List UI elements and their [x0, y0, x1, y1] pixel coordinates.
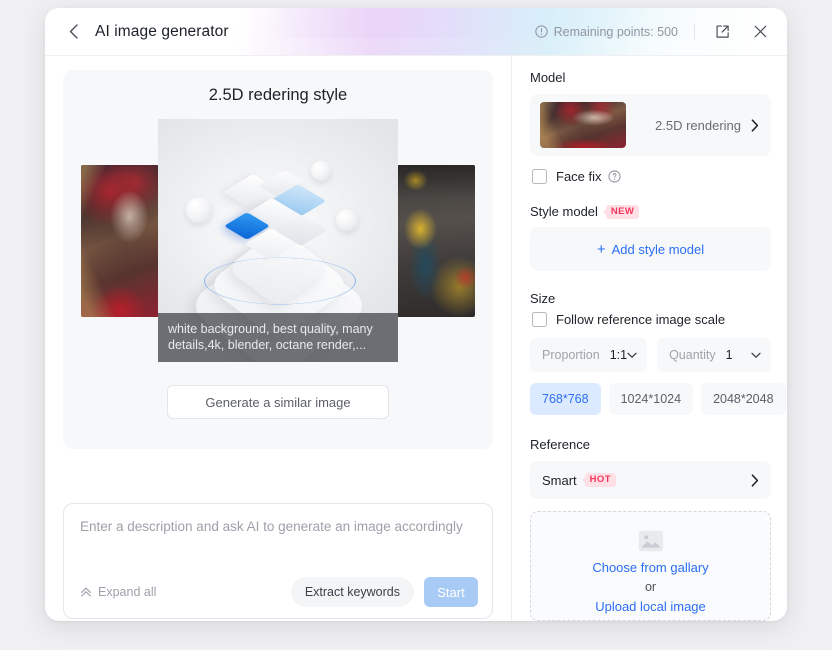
settings-pane: Model 2.5D rendering Face fix Style mode… [512, 56, 787, 621]
chevron-down-icon [627, 352, 637, 359]
choose-from-gallery-link[interactable]: Choose from gallary [531, 558, 770, 578]
reference-section-label: Reference [530, 437, 590, 452]
model-thumbnail [540, 102, 626, 148]
start-button[interactable]: Start [424, 577, 478, 607]
model-thumbnail-image [540, 102, 626, 148]
chevron-right-icon [751, 473, 759, 487]
face-fix-checkbox[interactable] [532, 169, 547, 184]
generate-similar-button[interactable]: Generate a similar image [167, 385, 389, 419]
upload-local-image-link[interactable]: Upload local image [531, 597, 770, 617]
follow-scale-checkbox-row[interactable]: Follow reference image scale [532, 312, 771, 327]
reference-dropzone[interactable]: Choose from gallary or Upload local imag… [530, 511, 771, 621]
page-title: AI image generator [95, 22, 229, 40]
face-fix-checkbox-row[interactable]: Face fix [532, 169, 771, 184]
follow-scale-label: Follow reference image scale [556, 312, 726, 327]
open-in-new-button[interactable] [711, 21, 733, 43]
preview-card: 2.5D redering style white background, be… [63, 70, 493, 449]
modal-body: 2.5D redering style white background, be… [45, 56, 787, 621]
expand-all-button[interactable]: Expand all [80, 585, 156, 599]
decor-sphere [311, 161, 331, 181]
header-actions: Remaining points: 500 [534, 21, 771, 43]
smart-label: Smart [542, 472, 577, 488]
prompt-input[interactable] [80, 519, 476, 534]
header-divider [694, 23, 695, 40]
fantasy-portrait-image [81, 165, 159, 317]
preview-caption: white background, best quality, many det… [158, 313, 398, 362]
chevron-down-icon [751, 352, 761, 359]
close-icon [754, 25, 766, 38]
size-preset-2048[interactable]: 2048*2048 [701, 383, 786, 415]
add-style-model-label: Add style model [611, 241, 705, 257]
expand-all-label: Expand all [98, 585, 157, 599]
style-model-label-text: Style model [530, 204, 598, 219]
decor-sphere [186, 197, 212, 223]
chevron-left-icon [69, 24, 78, 39]
size-selects-row: Proportion 1:1 Quantity 1 [530, 338, 771, 372]
model-name: 2.5D rendering [655, 117, 741, 133]
modal-header: AI image generator Remaining points: 500 [45, 8, 787, 56]
prompt-box: Expand all Extract keywords Start [63, 503, 493, 619]
remaining-points: Remaining points: 500 [534, 24, 678, 39]
quantity-label: Quantity [669, 348, 716, 362]
size-preset-768[interactable]: 768*768 [530, 383, 601, 415]
close-button[interactable] [749, 21, 771, 43]
follow-scale-checkbox[interactable] [532, 312, 547, 327]
smart-reference-row[interactable]: Smart HOT [530, 461, 771, 499]
ai-image-generator-modal: AI image generator Remaining points: 500 [45, 8, 787, 621]
question-circle-icon[interactable] [607, 170, 621, 183]
accent-ring [204, 257, 356, 305]
proportion-value: 1:1 [609, 348, 628, 362]
carousel-thumb-left[interactable] [81, 165, 159, 317]
similar-button-wrap: Generate a similar image [63, 385, 493, 419]
proportion-label: Proportion [542, 348, 600, 362]
decor-sphere [336, 209, 358, 231]
size-preset-1024[interactable]: 1024*1024 [608, 383, 694, 415]
model-section-label: Model [530, 70, 566, 85]
dropzone-or-label: or [644, 580, 657, 594]
size-section-label: Size [530, 291, 556, 306]
chevron-double-up-icon [80, 586, 92, 598]
add-style-model-button[interactable]: + Add style model [530, 227, 771, 271]
left-pane: 2.5D redering style white background, be… [45, 56, 511, 621]
style-model-section-label: Style model NEW [530, 204, 771, 219]
prompt-footer: Expand all Extract keywords Start [80, 577, 478, 607]
image-placeholder-icon [531, 530, 770, 552]
plus-icon: + [596, 240, 606, 258]
carousel-hero-image[interactable]: white background, best quality, many det… [158, 119, 398, 362]
quantity-select[interactable]: Quantity 1 [657, 338, 771, 372]
preview-title: 2.5D redering style [208, 86, 348, 104]
mech-workshop-image [397, 165, 475, 317]
info-circle-icon [534, 25, 548, 38]
hot-badge: HOT [584, 473, 616, 487]
back-button[interactable] [63, 22, 83, 42]
size-presets-row: 768*768 1024*1024 2048*2048 [530, 383, 786, 415]
new-badge: NEW [605, 204, 640, 219]
extract-keywords-button[interactable]: Extract keywords [290, 577, 414, 607]
model-selector[interactable]: 2.5D rendering [530, 94, 771, 156]
preview-carousel: white background, best quality, many det… [63, 119, 493, 362]
open-in-new-icon [715, 25, 729, 38]
carousel-thumb-right[interactable] [397, 165, 475, 317]
chevron-right-icon [751, 118, 759, 132]
proportion-select[interactable]: Proportion 1:1 [530, 338, 648, 372]
quantity-value: 1 [725, 348, 733, 362]
remaining-points-label: Remaining points: 500 [553, 24, 678, 39]
face-fix-label: Face fix [556, 169, 602, 184]
